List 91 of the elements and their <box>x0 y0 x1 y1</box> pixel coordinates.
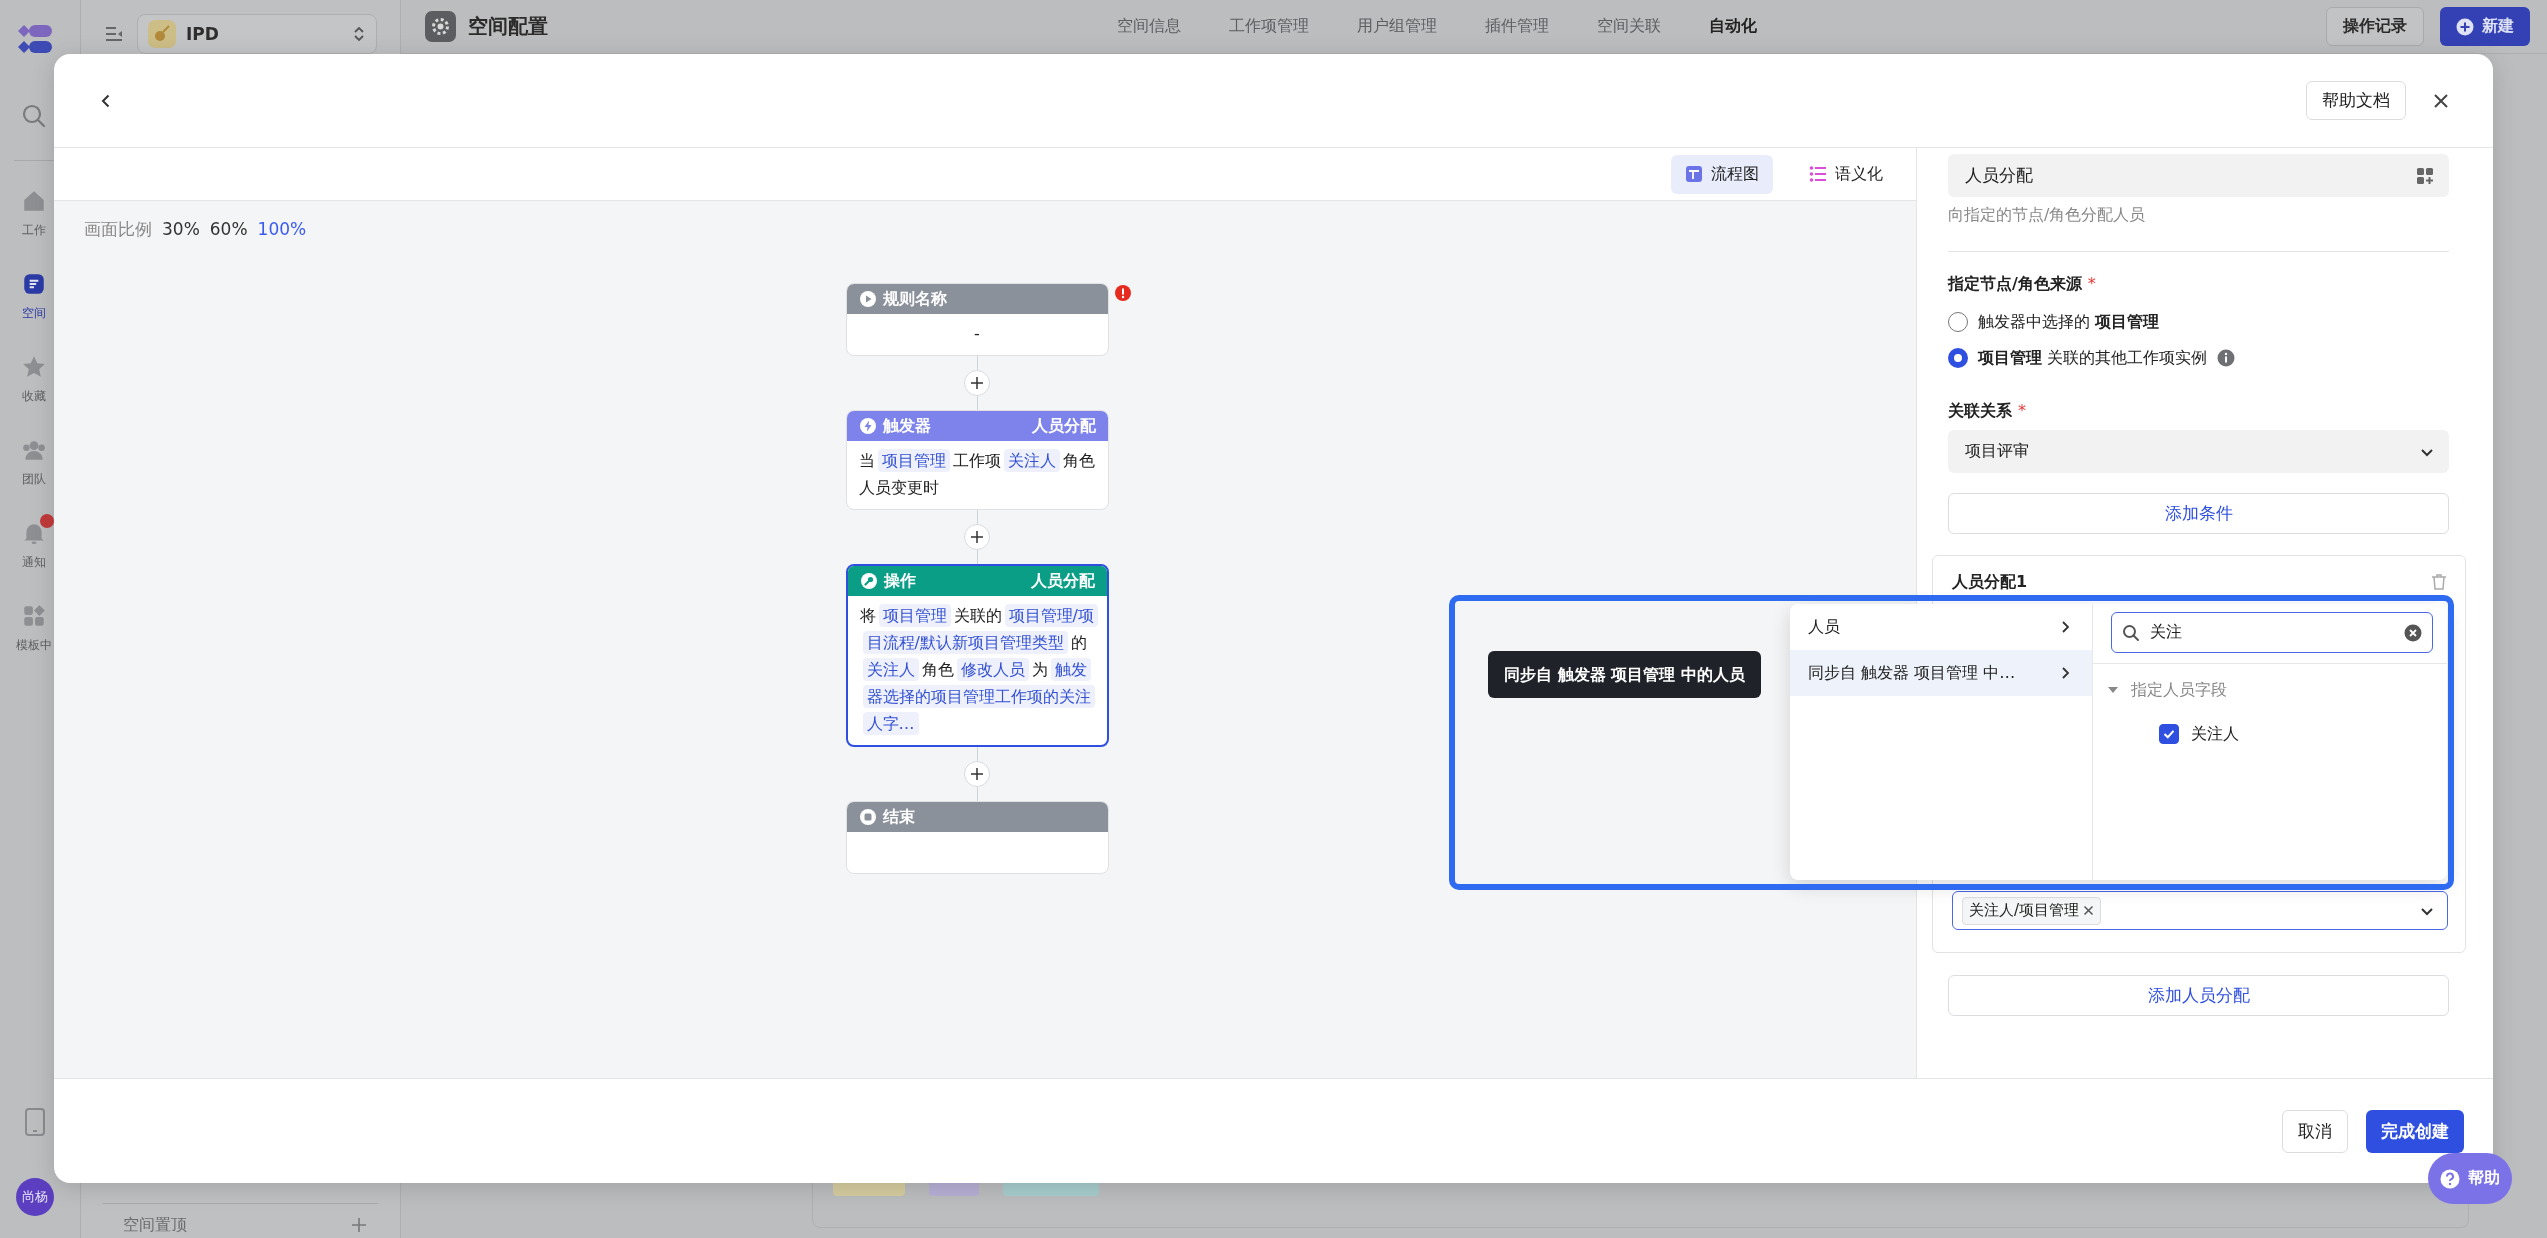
rail-item[interactable]: 工作 <box>14 188 54 238</box>
tooltip: 同步自 触发器 项目管理 中的人员 <box>1488 651 1761 698</box>
nav-tab[interactable]: 空间关联 <box>1597 16 1661 37</box>
question-icon <box>2440 1168 2460 1189</box>
section-heading: 空间置顶 <box>123 1214 187 1236</box>
flow-node[interactable]: 触发器 人员分配 当 项目管理 工作项 关注人 角色人员变更时 <box>845 410 1109 510</box>
nav-tab[interactable]: 工作项管理 <box>1229 16 1309 37</box>
add-assignment-button[interactable]: 添加人员分配 <box>1948 975 2449 1016</box>
card-title: 人员分配1 <box>1952 571 2028 593</box>
view-tab[interactable]: 语义化 <box>1795 154 1897 194</box>
group-label: 指定人员字段 <box>2131 679 2227 701</box>
search-icon <box>2122 623 2140 642</box>
required-mark: * <box>2087 273 2096 295</box>
plus-circle-icon <box>2456 17 2474 36</box>
flow-node[interactable]: 规则名称 - <box>845 283 1109 356</box>
nav-tab[interactable]: 用户组管理 <box>1357 16 1437 37</box>
relation-select[interactable]: 项目评审 <box>1948 430 2449 473</box>
info-icon[interactable] <box>2217 349 2236 367</box>
page-title: 空间配置 <box>468 13 548 40</box>
plus-icon <box>970 530 984 544</box>
plus-icon <box>970 767 984 781</box>
action-description: 向指定的节点/角色分配人员 <box>1948 204 2147 226</box>
add-step-button[interactable] <box>964 370 990 396</box>
node-title: 操作 <box>883 570 916 592</box>
rail-item[interactable]: 空间 <box>14 271 54 321</box>
search-input[interactable]: 关注 <box>2150 623 2394 642</box>
log-button[interactable]: 操作记录 <box>2326 7 2424 46</box>
play-icon <box>858 290 877 308</box>
layout-icon <box>1685 165 1703 183</box>
create-button[interactable]: 新建 <box>2440 7 2530 46</box>
field-label: 指定节点/角色来源 <box>1948 273 2082 295</box>
close-icon <box>2432 91 2450 110</box>
workspace-selector[interactable]: IPD <box>137 14 377 54</box>
zoom-label: 画面比例 <box>84 218 152 241</box>
rail-item[interactable]: 模板中 <box>14 603 54 653</box>
add-step-button[interactable] <box>964 524 990 550</box>
add-condition-button[interactable]: 添加条件 <box>1948 493 2449 534</box>
list-icon <box>1809 165 1827 183</box>
rail-item[interactable]: 收藏 <box>14 354 54 404</box>
zoom-option[interactable]: 30% <box>162 219 200 239</box>
radio-label[interactable]: 项目管理 关联的其他工作项实例 <box>1978 347 2208 369</box>
zoom-option[interactable]: 60% <box>209 219 248 239</box>
selected-tag: 关注人/项目管理 <box>1962 896 2102 925</box>
option-label[interactable]: 关注人 <box>2191 723 2239 745</box>
node-title: 规则名称 <box>882 288 947 310</box>
check-icon <box>2162 727 2176 741</box>
grid-plus-icon <box>2415 165 2435 186</box>
add-step-button[interactable] <box>964 761 990 787</box>
workspace-icon <box>148 20 176 48</box>
plus-icon <box>970 376 984 390</box>
nav-tab[interactable]: 自动化 <box>1709 16 1757 37</box>
node-title: 结束 <box>882 806 915 828</box>
help-docs-button[interactable]: 帮助文档 <box>2306 81 2406 120</box>
create-button[interactable]: 完成创建 <box>2366 1109 2464 1153</box>
logo[interactable] <box>17 22 53 56</box>
radio-label[interactable]: 触发器中选择的 项目管理 <box>1978 311 2160 333</box>
member-field[interactable]: 关注人/项目管理 <box>1952 891 2448 930</box>
menu-item[interactable]: 人员 <box>1790 604 2092 650</box>
radio-button[interactable] <box>1948 312 1968 332</box>
nav-tab[interactable]: 插件管理 <box>1485 16 1549 37</box>
zoom-option[interactable]: 100% <box>257 219 307 239</box>
field-label: 关联关系 <box>1948 400 2012 422</box>
radio-button[interactable] <box>1948 348 1968 368</box>
menu-item[interactable]: 同步自 触发器 项目管理 中… <box>1790 650 2092 696</box>
rule-sentence: 将 项目管理 关联的 项目管理/项目流程/默认新项目管理类型 的 关注人 角色 修改人员 为 触发器选择的项目管理工作项的关注人字… <box>847 596 1107 745</box>
node-type: 人员分配 <box>1031 415 1096 437</box>
rule-name-value: - <box>973 323 981 345</box>
user-avatar[interactable]: 尚杨 <box>16 1178 54 1216</box>
grid-icon <box>21 603 47 629</box>
checkbox[interactable] <box>2159 724 2179 744</box>
wrench-icon <box>859 572 878 590</box>
flow-node[interactable]: 操作 人员分配 将 项目管理 关联的 项目管理/项目流程/默认新项目管理类型 的 关注人 角色 修改人员 为 触发器选择的项目管理工作项的关注人字… <box>845 564 1109 747</box>
rule-sentence: 当 项目管理 工作项 关注人 角色人员变更时 <box>857 448 1096 499</box>
star-icon <box>21 354 47 380</box>
remove-icon[interactable] <box>2083 905 2095 916</box>
document-icon <box>21 271 47 297</box>
rail-item[interactable]: 团队 <box>14 437 54 487</box>
rail-item[interactable]: 通知 <box>14 514 54 570</box>
node-title: 触发器 <box>882 415 931 437</box>
lightning-icon <box>858 417 877 435</box>
clear-icon[interactable] <box>2404 623 2422 642</box>
updown-icon <box>352 24 366 44</box>
required-mark: * <box>2018 400 2026 422</box>
cancel-button[interactable]: 取消 <box>2282 1109 2348 1153</box>
view-tab[interactable]: 流程图 <box>1671 154 1773 194</box>
stop-icon <box>858 808 877 826</box>
node-type: 人员分配 <box>1030 570 1095 592</box>
action-type-field[interactable]: 人员分配 <box>1948 154 2449 197</box>
nav-tab[interactable]: 空间信息 <box>1117 16 1181 37</box>
settings-icon <box>425 11 456 42</box>
search-field[interactable]: 关注 <box>2111 612 2433 653</box>
